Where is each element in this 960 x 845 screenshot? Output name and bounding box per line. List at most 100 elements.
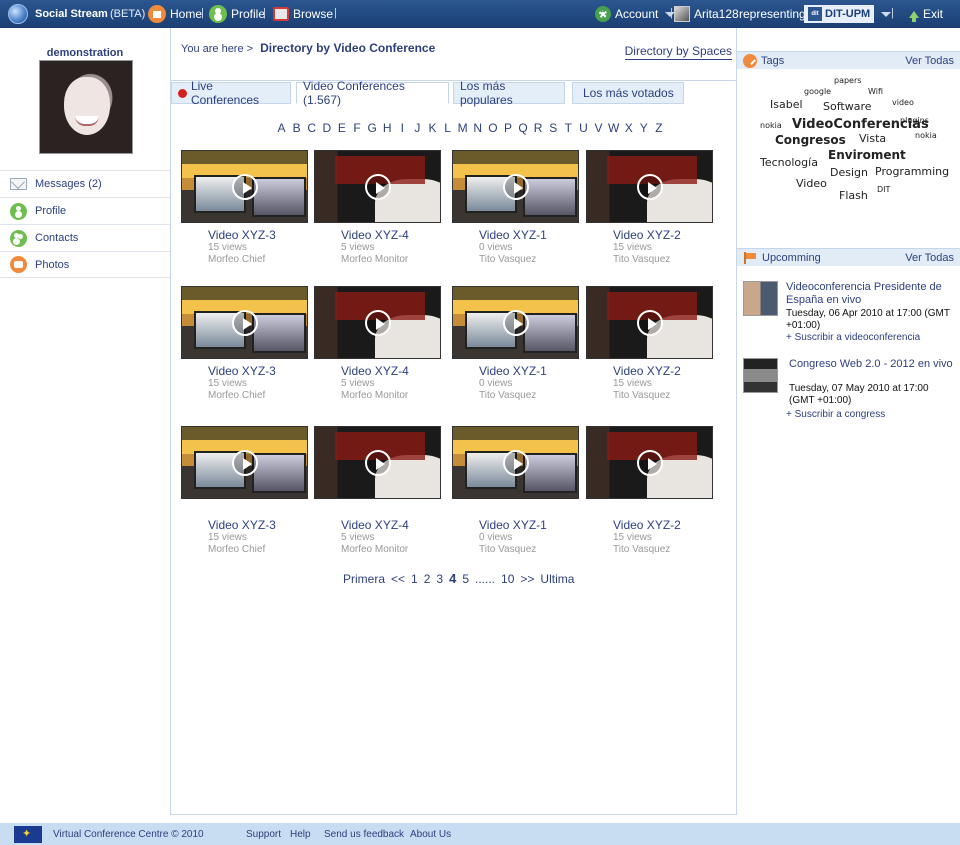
tab-most-popular[interactable]: Los más populares bbox=[453, 79, 565, 107]
video-title[interactable]: Video XYZ-4 bbox=[314, 519, 444, 532]
video-thumbnail[interactable] bbox=[314, 286, 441, 359]
letter-filter[interactable]: D bbox=[319, 121, 334, 135]
tag-link[interactable]: Programming bbox=[875, 165, 949, 178]
sidebar-item-photos[interactable]: Photos bbox=[0, 251, 170, 278]
pager-next[interactable]: >> bbox=[520, 572, 534, 586]
video-thumbnail[interactable] bbox=[452, 426, 579, 499]
letter-filter[interactable]: Y bbox=[636, 121, 651, 135]
video-title[interactable]: Video XYZ-2 bbox=[586, 229, 716, 242]
event-title[interactable]: Videoconferencia Presidente de España en… bbox=[786, 281, 951, 307]
letter-filter[interactable]: T bbox=[561, 121, 576, 135]
letter-filter[interactable]: B bbox=[289, 121, 304, 135]
event-thumbnail[interactable] bbox=[743, 358, 778, 393]
play-icon[interactable] bbox=[502, 309, 529, 336]
video-title[interactable]: Video XYZ-3 bbox=[181, 229, 311, 242]
nav-profile[interactable]: Profile bbox=[209, 4, 265, 24]
video-thumbnail[interactable] bbox=[314, 150, 441, 223]
profile-photo[interactable] bbox=[39, 60, 133, 154]
footer-link-help[interactable]: Help bbox=[290, 829, 311, 840]
letter-filter[interactable]: X bbox=[621, 121, 636, 135]
tag-link[interactable]: Vista bbox=[859, 132, 886, 145]
video-title[interactable]: Video XYZ-3 bbox=[181, 365, 311, 378]
play-icon[interactable] bbox=[502, 173, 529, 200]
sidebar-item-profile[interactable]: Profile bbox=[0, 197, 170, 224]
letter-filter[interactable]: L bbox=[440, 121, 455, 135]
letter-filter[interactable]: K bbox=[425, 121, 440, 135]
letter-filter[interactable]: E bbox=[334, 121, 349, 135]
current-user[interactable]: Arita128 bbox=[674, 4, 739, 24]
tag-link[interactable]: nokia bbox=[915, 131, 937, 140]
video-thumbnail[interactable] bbox=[314, 426, 441, 499]
video-thumbnail[interactable] bbox=[181, 286, 308, 359]
tag-link[interactable]: Flash bbox=[839, 189, 868, 202]
letter-filter[interactable]: U bbox=[576, 121, 591, 135]
video-title[interactable]: Video XYZ-4 bbox=[314, 365, 444, 378]
letter-filter[interactable]: N bbox=[470, 121, 485, 135]
letter-filter[interactable]: V bbox=[591, 121, 606, 135]
letter-filter[interactable]: Z bbox=[651, 121, 666, 135]
play-icon[interactable] bbox=[636, 309, 663, 336]
video-thumbnail[interactable] bbox=[586, 150, 713, 223]
tag-link[interactable]: Wifi bbox=[868, 87, 883, 96]
footer-link-about[interactable]: About Us bbox=[410, 829, 451, 840]
footer-link-support[interactable]: Support bbox=[246, 829, 281, 840]
tag-link[interactable]: Design bbox=[830, 166, 868, 179]
pager-page[interactable]: 1 bbox=[411, 572, 418, 586]
sidebar-item-contacts[interactable]: Contacts bbox=[0, 224, 170, 251]
tag-link[interactable]: DIT bbox=[877, 185, 890, 194]
tag-link[interactable]: nokia bbox=[760, 121, 782, 130]
pager-page[interactable]: 2 bbox=[424, 572, 431, 586]
tag-link[interactable]: video bbox=[892, 98, 914, 107]
tag-link[interactable]: papers bbox=[834, 76, 861, 85]
tag-link[interactable]: plugins bbox=[900, 116, 929, 125]
play-icon[interactable] bbox=[231, 309, 258, 336]
play-icon[interactable] bbox=[502, 449, 529, 476]
pager-prev[interactable]: << bbox=[391, 572, 405, 586]
exit-button[interactable]: Exit bbox=[909, 4, 943, 24]
play-icon[interactable] bbox=[636, 173, 663, 200]
letter-filter[interactable]: S bbox=[546, 121, 561, 135]
pager-page[interactable]: 3 bbox=[436, 572, 443, 586]
brand-name[interactable]: Social Stream bbox=[35, 8, 108, 20]
video-thumbnail[interactable] bbox=[181, 426, 308, 499]
event-title[interactable]: Congreso Web 2.0 - 2012 en vivo bbox=[789, 358, 954, 371]
video-thumbnail[interactable] bbox=[452, 150, 579, 223]
tag-link[interactable]: google bbox=[804, 87, 831, 96]
video-title[interactable]: Video XYZ-2 bbox=[586, 519, 716, 532]
video-title[interactable]: Video XYZ-1 bbox=[452, 365, 582, 378]
letter-filter[interactable]: J bbox=[410, 121, 425, 135]
video-title[interactable]: Video XYZ-4 bbox=[314, 229, 444, 242]
video-thumbnail[interactable] bbox=[586, 286, 713, 359]
letter-filter[interactable]: H bbox=[380, 121, 395, 135]
video-title[interactable]: Video XYZ-3 bbox=[181, 519, 311, 532]
tag-link[interactable]: Isabel bbox=[770, 98, 803, 111]
event-subscribe-link[interactable]: + Suscribir a videoconferencia bbox=[786, 332, 920, 343]
video-thumbnail[interactable] bbox=[586, 426, 713, 499]
play-icon[interactable] bbox=[231, 449, 258, 476]
play-icon[interactable] bbox=[231, 173, 258, 200]
tag-link[interactable]: Congresos bbox=[775, 133, 846, 147]
letter-filter[interactable]: F bbox=[349, 121, 364, 135]
play-icon[interactable] bbox=[364, 309, 391, 336]
video-title[interactable]: Video XYZ-1 bbox=[452, 519, 582, 532]
account-menu[interactable]: Account bbox=[595, 4, 676, 24]
nav-browse[interactable]: Browse bbox=[273, 4, 333, 24]
play-icon[interactable] bbox=[636, 449, 663, 476]
globe-logo-icon[interactable] bbox=[8, 4, 28, 24]
pager-page[interactable]: 5 bbox=[462, 572, 469, 586]
letter-filter[interactable]: M bbox=[455, 121, 470, 135]
letter-filter[interactable]: Q bbox=[516, 121, 531, 135]
profile-username[interactable]: demonstration bbox=[0, 47, 170, 59]
letter-filter[interactable]: A bbox=[274, 121, 289, 135]
play-icon[interactable] bbox=[364, 449, 391, 476]
event-thumbnail[interactable] bbox=[743, 281, 778, 316]
letter-filter[interactable]: P bbox=[500, 121, 515, 135]
sidebar-item-messages[interactable]: Messages (2) bbox=[0, 170, 170, 197]
nav-home[interactable]: Home bbox=[148, 4, 202, 24]
tag-link[interactable]: Video bbox=[796, 177, 827, 190]
video-thumbnail[interactable] bbox=[181, 150, 308, 223]
letter-filter[interactable]: W bbox=[606, 121, 621, 135]
letter-filter[interactable]: R bbox=[531, 121, 546, 135]
letter-filter[interactable]: I bbox=[395, 121, 410, 135]
event-subscribe-link[interactable]: + Suscribir a congress bbox=[786, 409, 885, 420]
